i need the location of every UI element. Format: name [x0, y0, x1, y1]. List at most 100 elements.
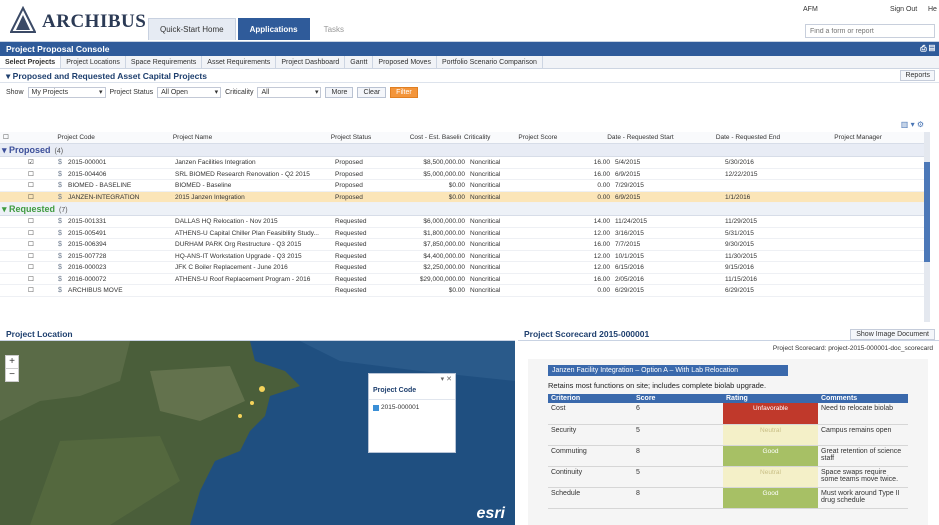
tab-project-locations[interactable]: Project Locations	[61, 56, 126, 68]
tab-proposed-moves[interactable]: Proposed Moves	[373, 56, 437, 68]
tab-portfolio-scenario-comparison[interactable]: Portfolio Scenario Comparison	[437, 56, 543, 68]
column-header[interactable]: Project Score	[515, 132, 604, 143]
zoom-out-button[interactable]: −	[6, 368, 18, 381]
document-icon[interactable]: $	[58, 239, 68, 250]
group-row-requested[interactable]: ▾ Requested (7)	[0, 203, 930, 216]
table-row[interactable]: ☐ $ JANZEN-INTEGRATION 2015 Janzen Integrat…	[0, 191, 930, 203]
column-header[interactable]: Date - Requested End	[713, 132, 831, 143]
row-checkbox[interactable]: ☐	[0, 216, 55, 227]
cell-cost: $8,500,000.00	[423, 159, 465, 166]
scorecard-comment: Space swaps require some teams move twic…	[818, 466, 908, 488]
cell-status: Proposed	[335, 193, 363, 201]
column-header[interactable]: Criticality	[461, 132, 515, 143]
tab-space-requirements[interactable]: Space Requirements	[126, 56, 203, 68]
document-icon[interactable]: $	[58, 192, 68, 203]
table-row[interactable]: ☐ $2015-005491 ATHENS-U Capital Chiller Pl…	[0, 228, 930, 239]
console-subtabs: Select Projects Project Locations Space …	[0, 56, 939, 69]
table-row[interactable]: ☐ $2016-000072 ATHENS-U Roof Replacement P…	[0, 274, 930, 285]
cell-start: 6/29/2015	[615, 287, 644, 294]
table-row[interactable]: ☐ $ BIOMED - BASELINE BIOMED - Baseline Prop…	[0, 180, 930, 192]
table-row[interactable]: ☐ $2015-004406 SRL BIOMED Research Renovat…	[0, 169, 930, 180]
grid-scrollbar[interactable]	[924, 132, 930, 322]
table-row[interactable]: ☐ $2015-006394 DURHAM PARK Org Restructure…	[0, 239, 930, 251]
project-status-select[interactable]: All Open	[157, 86, 222, 98]
more-button[interactable]: More	[325, 86, 354, 98]
row-checkbox[interactable]: ☐	[0, 251, 55, 262]
clear-button[interactable]: Clear	[357, 86, 387, 98]
tab-asset-requirements[interactable]: Asset Requirements	[202, 56, 277, 68]
table-row[interactable]: ☐ $2015-001331 DALLAS HQ Relocation - Nov …	[0, 216, 930, 228]
group-expand-icon[interactable]: ▾	[2, 145, 9, 155]
project-code: 2015-004406	[68, 170, 107, 178]
show-select[interactable]: My Projects	[27, 86, 106, 98]
grid-scroll-thumb[interactable]	[924, 162, 930, 262]
zoom-in-button[interactable]: +	[6, 356, 18, 368]
document-icon[interactable]: $	[58, 274, 68, 285]
table-row[interactable]: ☑ $2015-000001 Janzen Facilities Integrati…	[0, 157, 930, 169]
document-icon[interactable]: $	[58, 216, 68, 227]
row-checkbox[interactable]: ☐	[0, 169, 55, 180]
tab-project-dashboard[interactable]: Project Dashboard	[276, 56, 346, 68]
project-scorecard-panel: Project Scorecard 2015-000001 Show Image…	[518, 327, 939, 525]
document-icon[interactable]: $	[58, 180, 68, 191]
reports-button[interactable]: Reports	[900, 70, 935, 81]
table-row[interactable]: ☐ $2016-000023 JFK C Boiler Replacement - …	[0, 262, 930, 274]
legend-close-icon[interactable]: ▾ ✕	[441, 375, 452, 383]
grid-settings-icon[interactable]: ▥ ▾ ⚙	[901, 120, 924, 129]
scorecard-document: Janzen Facility Integration – Option A –…	[528, 359, 928, 525]
search-input[interactable]	[805, 24, 935, 38]
cell-project-code: $2015-000001	[55, 157, 172, 168]
group-row-proposed[interactable]: ▾ Proposed (4)	[0, 144, 930, 157]
tab-quick-start-home[interactable]: Quick-Start Home	[148, 18, 236, 40]
sign-out-link[interactable]: Sign Out	[890, 6, 917, 13]
row-checkbox[interactable]: ☐	[0, 192, 55, 203]
grid-header: ☐ Project Code Project Name Project Status C…	[0, 132, 930, 144]
scorecard-comment: Campus remains open	[818, 424, 908, 446]
tab-gantt[interactable]: Gantt	[345, 56, 374, 68]
document-icon[interactable]: $	[58, 157, 68, 168]
table-row[interactable]: ☐ $ ARCHIBUS MOVE Requested $0.00 Noncritical…	[0, 285, 930, 297]
document-icon[interactable]: $	[58, 285, 68, 296]
tab-applications[interactable]: Applications	[237, 18, 310, 40]
row-checkbox[interactable]: ☐	[0, 228, 55, 239]
show-image-document-button[interactable]: Show Image Document	[850, 329, 935, 340]
document-icon[interactable]: $	[58, 169, 68, 180]
row-checkbox[interactable]: ☐	[0, 239, 55, 250]
table-row[interactable]: ☐ $2015-007728 HQ-ANS-IT Workstation Upgra…	[0, 251, 930, 262]
scorecard-title: Project Scorecard 2015-000001	[524, 329, 650, 339]
column-header[interactable]: Project Manager	[831, 132, 930, 143]
group-count: (7)	[59, 207, 68, 214]
scorecard-score: 8	[633, 487, 723, 509]
column-header[interactable]: Project Name	[170, 132, 328, 143]
scorecard-rating: Unfavorable	[723, 403, 818, 425]
column-header[interactable]: Date - Requested Start	[604, 132, 713, 143]
help-link[interactable]: He	[928, 6, 937, 13]
cell-status: Requested	[335, 275, 367, 283]
document-icon[interactable]: $	[58, 251, 68, 262]
tab-tasks[interactable]: Tasks	[312, 18, 356, 40]
cell-name: Janzen Facilities Integration	[175, 159, 256, 166]
row-checkbox[interactable]: ☐	[0, 274, 55, 285]
print-icon[interactable]: ⎙ ▤	[920, 42, 935, 56]
tab-select-projects[interactable]: Select Projects	[0, 56, 62, 68]
group-expand-icon[interactable]: ▾	[2, 204, 9, 214]
row-checkbox[interactable]: ☐	[0, 262, 55, 273]
collapse-icon[interactable]: ▾	[6, 71, 10, 81]
select-all-checkbox[interactable]: ☐	[0, 132, 54, 143]
scorecard-path-value[interactable]: project-2015-000001-doc_scorecard	[828, 345, 933, 352]
filter-button[interactable]: Filter	[390, 86, 418, 98]
project-location-title: Project Location	[0, 327, 515, 341]
row-checkbox[interactable]: ☐	[0, 285, 55, 296]
criticality-select[interactable]: All	[257, 86, 322, 98]
column-header[interactable]: Cost - Est. Baseline	[407, 132, 461, 143]
column-header[interactable]: Project Status	[328, 132, 407, 143]
document-icon[interactable]: $	[58, 262, 68, 273]
document-icon[interactable]: $	[58, 228, 68, 239]
cell-project-code: $ BIOMED - BASELINE	[55, 180, 172, 191]
legend-item[interactable]: 2015-000001	[369, 400, 455, 415]
row-checkbox[interactable]: ☐	[0, 180, 55, 191]
map-view[interactable]: + − ▾ ✕ Project Code 2015-000001 esri	[0, 341, 515, 525]
scorecard-criterion: Commuting	[548, 445, 633, 467]
column-header[interactable]: Project Code	[54, 132, 170, 143]
row-checkbox[interactable]: ☑	[0, 157, 55, 168]
